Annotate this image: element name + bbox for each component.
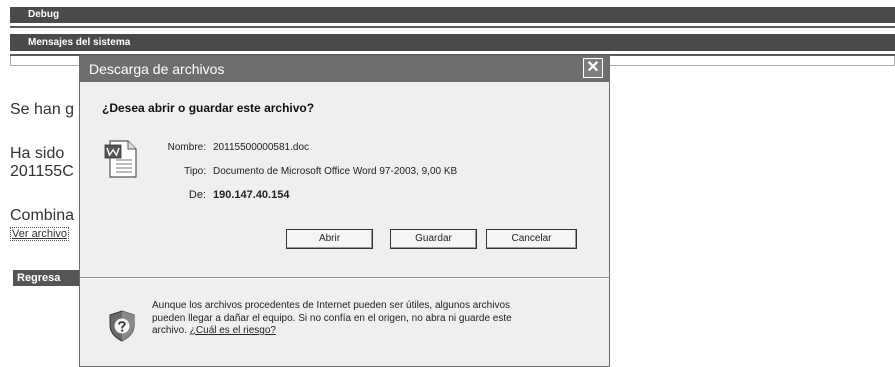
security-shield-icon	[109, 310, 135, 342]
info-message-line1: Ha sido	[10, 145, 65, 162]
save-button[interactable]: Guardar	[390, 229, 477, 249]
dialog-separator	[80, 277, 609, 279]
status-message: Se han g	[10, 101, 75, 118]
debug-label: Debug	[28, 9, 60, 20]
dialog-question: ¿Desea abrir o guardar este archivo?	[102, 101, 315, 115]
type-label: Tipo:	[184, 166, 206, 177]
file-name-value: 20115500000581.doc	[213, 142, 310, 153]
back-button[interactable]: Regresa	[13, 270, 83, 286]
cancel-button[interactable]: Cancelar	[486, 229, 577, 249]
name-label: Nombre:	[167, 142, 206, 153]
file-download-dialog: Descarga de archivos ✕ ¿Desea abrir o gu…	[79, 55, 610, 367]
security-warning: Aunque los archivos procedentes de Inter…	[152, 300, 532, 338]
open-button[interactable]: Abrir	[286, 229, 373, 249]
system-messages-label: Mensajes del sistema	[28, 37, 131, 48]
close-icon: ✕	[586, 59, 600, 76]
source-host-value: 190.147.40.154	[213, 189, 290, 201]
risk-info-link[interactable]: ¿Cuál es el riesgo?	[190, 325, 276, 336]
close-button[interactable]: ✕	[583, 58, 603, 78]
from-label: De:	[188, 189, 206, 201]
file-type-value: Documento de Microsoft Office Word 97-20…	[213, 166, 458, 177]
debug-bar: Debug	[10, 7, 895, 23]
combine-message: Combina	[10, 207, 75, 224]
divider	[10, 26, 895, 28]
dialog-title: Descarga de archivos	[89, 61, 225, 77]
dialog-titlebar[interactable]: Descarga de archivos ✕	[80, 56, 609, 82]
info-message-line2: 201155C	[10, 163, 74, 180]
view-file-link[interactable]: Ver archivo	[10, 227, 70, 241]
system-messages-bar: Mensajes del sistema	[10, 34, 895, 51]
